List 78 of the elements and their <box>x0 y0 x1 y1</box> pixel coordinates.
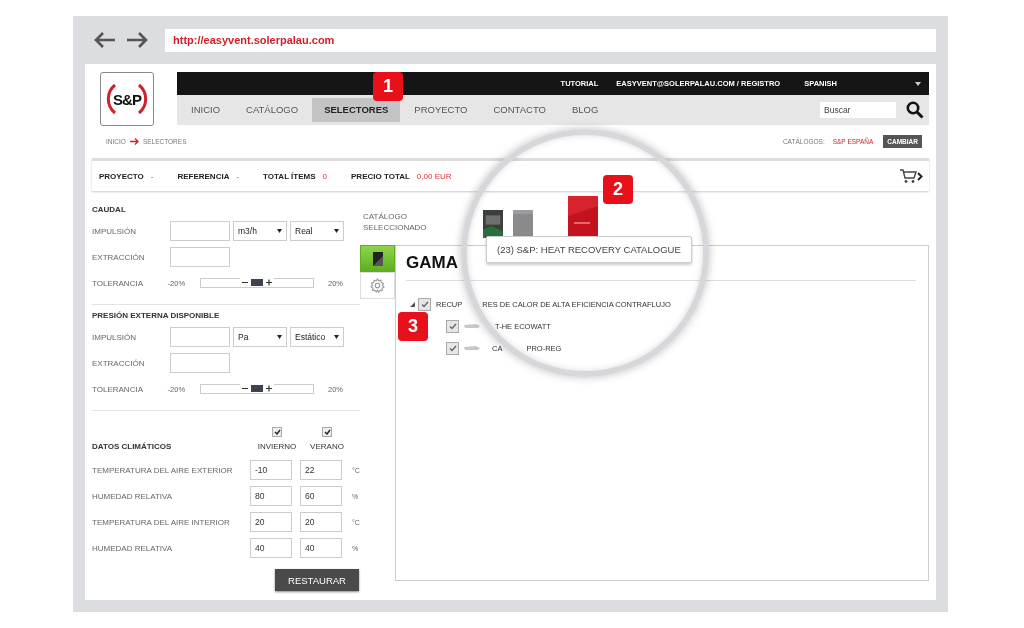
summary-value: - <box>236 171 240 181</box>
input-field[interactable] <box>170 221 230 241</box>
chevron-right-icon[interactable] <box>917 171 923 181</box>
field-label: EXTRACCIÓN <box>92 358 146 368</box>
input-field[interactable]: 40 <box>250 538 292 558</box>
back-arrow-icon[interactable] <box>93 31 117 49</box>
caret-icon <box>277 335 282 339</box>
forward-arrow-icon[interactable] <box>125 31 149 49</box>
field-label: IMPULSIÓN <box>92 332 137 342</box>
field-label: TOLERANCIA <box>92 384 144 394</box>
input-field[interactable]: 20 <box>300 512 342 532</box>
input-field[interactable]: 22 <box>300 460 342 480</box>
side-tab[interactable] <box>360 245 395 272</box>
nav-tab[interactable]: CATÁLOGO <box>234 98 311 122</box>
input-field[interactable]: 20 <box>250 512 292 532</box>
caret-icon <box>334 229 339 233</box>
caret-icon <box>915 81 921 86</box>
summary-label: PROYECTO <box>99 171 144 181</box>
checkbox[interactable] <box>446 319 459 333</box>
arrow-icon <box>129 137 139 145</box>
input-field[interactable]: 60 <box>300 486 342 506</box>
select-dropdown[interactable]: Pa <box>233 327 287 347</box>
search-field[interactable]: Buscar <box>820 102 896 118</box>
select-dropdown[interactable]: Real <box>290 221 344 241</box>
product-icon <box>464 345 480 351</box>
search-icon[interactable] <box>906 101 924 119</box>
field-label: HUMEDAD RELATIVA <box>92 491 174 501</box>
column-header: VERANO <box>310 442 344 451</box>
catalogue-icon <box>372 251 383 266</box>
input-field[interactable] <box>170 247 230 267</box>
tooltip: (23) S&P: HEAT RECOVERY CATALOGUE <box>486 236 692 263</box>
checkbox[interactable] <box>418 297 431 311</box>
select-dropdown[interactable]: Estático <box>290 327 344 347</box>
nav-tab[interactable]: PROYECTO <box>402 98 480 122</box>
settings-icon <box>370 278 385 293</box>
nav-tab[interactable]: SELECTORES <box>312 98 401 122</box>
input-field[interactable] <box>170 327 230 347</box>
summary-label: PRECIO TOTAL <box>351 171 410 181</box>
column-header: INVIERNO <box>257 442 297 451</box>
summary-value: 0 <box>322 171 327 181</box>
tolerance-slider[interactable] <box>199 384 314 394</box>
field-label: TOLERANCIA <box>92 278 144 288</box>
restore-button[interactable]: RESTAURAR <box>275 569 359 591</box>
logo[interactable]: S&P <box>100 72 154 126</box>
field-label: HUMEDAD RELATIVA <box>92 543 174 553</box>
caret-icon <box>334 335 339 339</box>
input-field[interactable]: -10 <box>250 460 292 480</box>
input-field[interactable] <box>170 353 230 373</box>
summary-label: REFERENCIA <box>177 171 230 181</box>
address-bar[interactable]: http://easyvent.solerpalau.com <box>165 28 936 52</box>
step-badge: 1 <box>373 72 403 101</box>
section-title: DATOS CLIMÁTICOS <box>92 442 173 451</box>
field-label: TEMPERATURA DEL AIRE EXTERIOR <box>92 465 234 475</box>
product-icon <box>464 323 480 329</box>
step-badge: 2 <box>603 175 633 204</box>
field-label: EXTRACCIÓN <box>92 252 146 262</box>
checkbox[interactable] <box>322 427 332 437</box>
select-dropdown[interactable]: m3/h <box>233 221 287 241</box>
summary-value: - <box>150 171 154 181</box>
nav-tab[interactable]: CONTACTO <box>481 98 558 122</box>
section-title: CAUDAL <box>92 205 127 214</box>
checkbox[interactable] <box>446 341 459 355</box>
input-field[interactable]: 80 <box>250 486 292 506</box>
summary-label: TOTAL ÍTEMS <box>263 171 316 181</box>
field-label: TEMPERATURA DEL AIRE INTERIOR <box>92 517 231 527</box>
cart-icon[interactable] <box>899 168 917 184</box>
input-field[interactable]: 40 <box>300 538 342 558</box>
expand-arrow-icon[interactable] <box>410 301 415 307</box>
summary-value: 0,00 EUR <box>416 171 452 181</box>
catalog-label: CATÁLOGO SELECCIONADO <box>362 211 428 233</box>
tolerance-slider[interactable] <box>199 278 314 288</box>
nav-tab[interactable]: INICIO <box>179 98 233 122</box>
section-title: PRESIÓN EXTERNA DISPONIBLE <box>92 311 221 320</box>
step-badge: 3 <box>398 312 428 341</box>
checkbox[interactable] <box>272 427 282 437</box>
caret-icon <box>277 229 282 233</box>
nav-tab[interactable]: BLOG <box>559 98 611 122</box>
field-label: IMPULSIÓN <box>92 226 137 236</box>
